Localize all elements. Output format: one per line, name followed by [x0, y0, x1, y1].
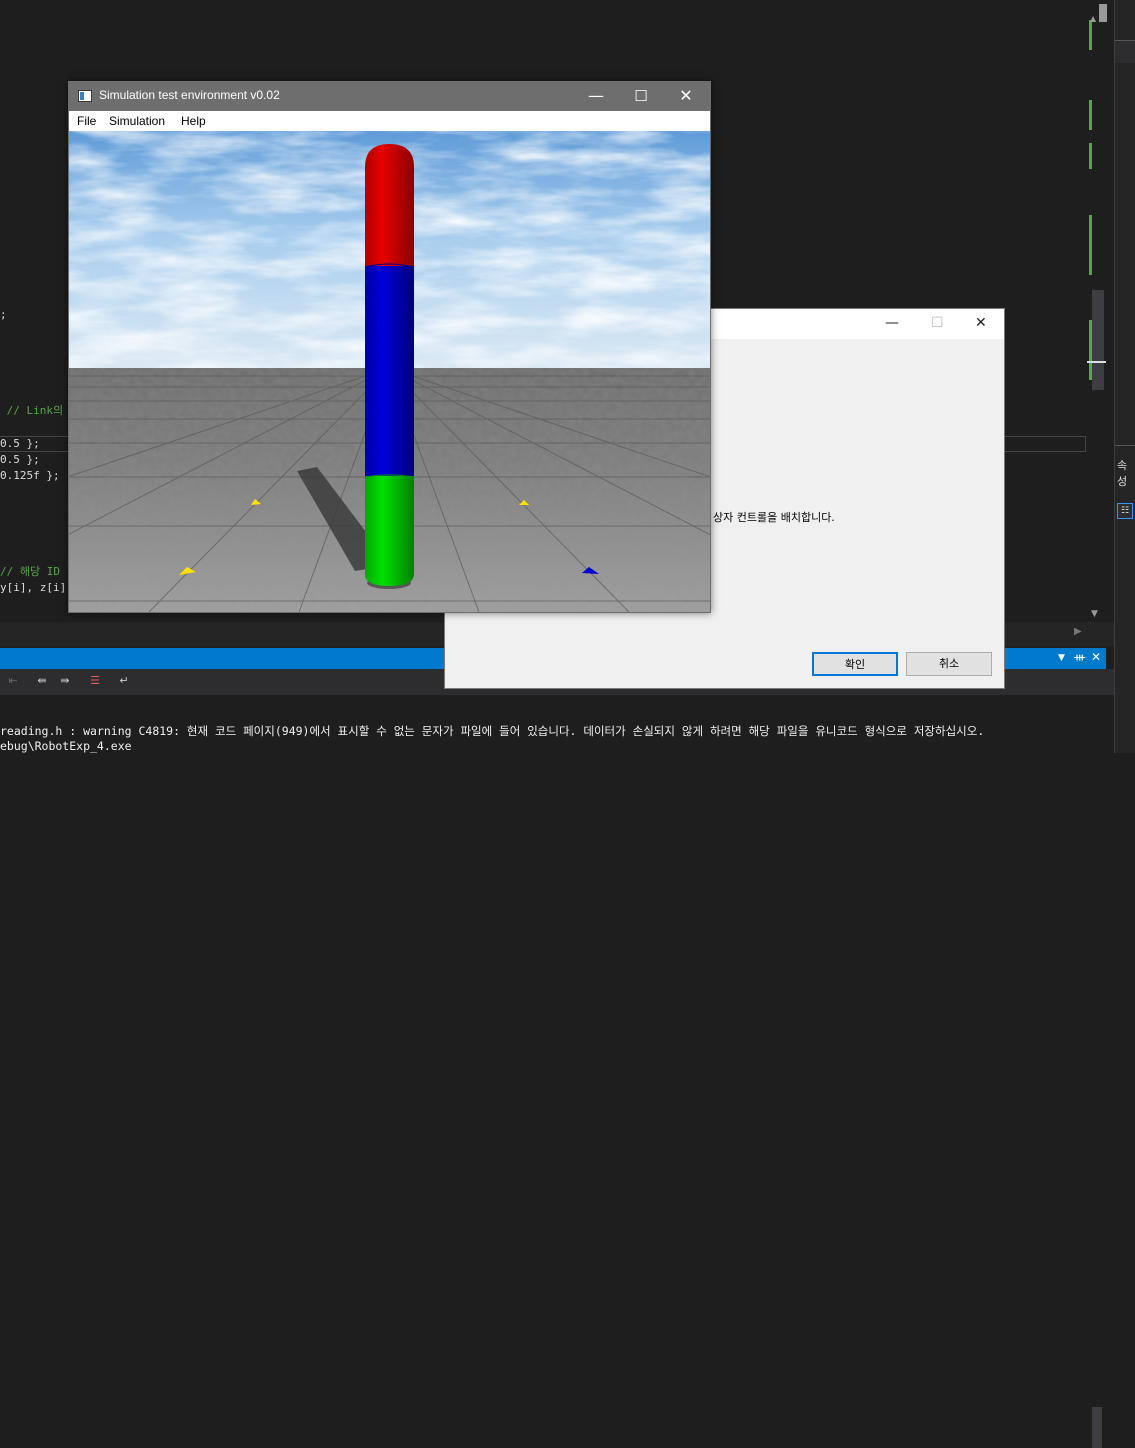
menu-file[interactable]: File: [77, 114, 96, 128]
3d-viewport[interactable]: [69, 131, 710, 612]
menu-help[interactable]: Help: [181, 114, 206, 128]
window-title: Simulation test environment v0.02: [99, 88, 280, 102]
editor-vertical-scrollbar[interactable]: [1087, 0, 1114, 622]
pin-icon[interactable]: ᚒ: [1074, 650, 1085, 664]
code-line: 0.5 };: [0, 453, 40, 466]
cancel-button[interactable]: 취소: [906, 652, 992, 676]
dropdown-icon[interactable]: ▼: [1058, 653, 1065, 663]
ok-button[interactable]: 확인: [812, 652, 898, 676]
code-line: 0.125f };: [0, 469, 60, 482]
change-marker: [1089, 20, 1092, 50]
cylinder-red-segment: [365, 144, 414, 267]
clear-all-icon[interactable]: ☰: [88, 674, 102, 688]
properties-panel: [1114, 0, 1135, 753]
dialog-message: 상자 컨트롤을 배치합니다.: [713, 511, 835, 524]
output-line: ebug\RobotExp_4.exe: [0, 739, 132, 753]
previous-message-icon[interactable]: ⇚: [35, 674, 49, 688]
change-marker: [1089, 215, 1092, 275]
close-icon[interactable]: ✕: [1091, 650, 1101, 664]
close-icon[interactable]: ✕: [671, 85, 701, 107]
scroll-position-marker: [1087, 361, 1106, 363]
cylinder-blue-segment: [365, 266, 414, 477]
app-icon: [78, 90, 92, 102]
output-window[interactable]: reading.h : warning C4819: 현재 코드 페이지(949…: [0, 695, 1106, 1448]
menu-bar: File Simulation Help: [69, 111, 710, 131]
minimize-icon[interactable]: —: [581, 85, 611, 107]
scroll-down-icon[interactable]: ▼: [1091, 609, 1098, 619]
word-wrap-icon[interactable]: ↵: [117, 674, 131, 688]
scroll-up-icon[interactable]: ▲: [1090, 14, 1096, 23]
change-marker: [1089, 100, 1092, 130]
menu-simulation[interactable]: Simulation: [109, 114, 165, 128]
close-icon[interactable]: ✕: [975, 315, 987, 331]
scene-render: [69, 131, 710, 612]
properties-label: 속성: [1117, 459, 1128, 488]
output-scrollbar-thumb[interactable]: [1092, 1407, 1102, 1448]
scrollbar-thumb[interactable]: [1092, 290, 1104, 390]
scrollbar-top-thumb[interactable]: [1099, 4, 1107, 22]
minimize-icon[interactable]: —: [885, 315, 899, 331]
cylinder-green-segment: [365, 476, 414, 586]
maximize-icon[interactable]: ☐: [931, 315, 944, 331]
change-marker: [1089, 143, 1092, 169]
code-line: 0.5 };: [0, 437, 40, 450]
panel-divider: [1115, 445, 1135, 446]
panel-header: [1115, 40, 1135, 63]
code-comment: // 해당 ID: [0, 565, 60, 578]
window-titlebar[interactable]: Simulation test environment v0.02 — ☐ ✕: [68, 81, 711, 111]
simulation-window: Simulation test environment v0.02 — ☐ ✕ …: [68, 81, 711, 613]
property-grid-icon[interactable]: ☷: [1117, 503, 1133, 519]
next-message-icon[interactable]: ⇛: [58, 674, 72, 688]
find-message-icon[interactable]: ⇤: [6, 674, 20, 688]
output-line: reading.h : warning C4819: 현재 코드 페이지(949…: [0, 724, 985, 738]
code-line: y[i], z[i]: [0, 581, 67, 594]
code-comment: // Link의: [0, 404, 64, 417]
scroll-right-icon[interactable]: ▶: [1074, 626, 1082, 637]
maximize-icon[interactable]: ☐: [626, 85, 656, 107]
code-line: ;: [0, 308, 7, 321]
